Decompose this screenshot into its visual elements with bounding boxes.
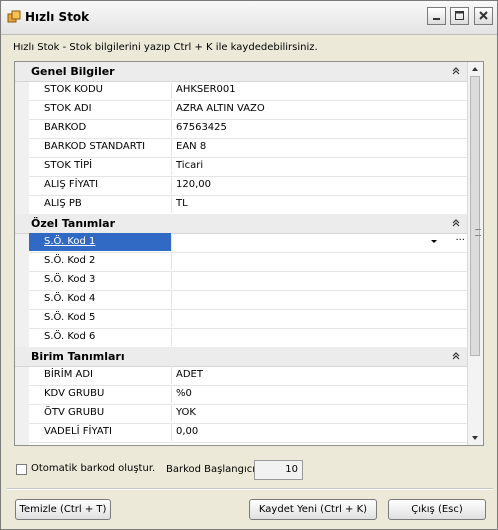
property-name: S.Ö. Kod 2 [29,252,172,270]
category-birim-tanimlari[interactable]: Birim Tanımları [15,347,469,367]
collapse-chevrons-icon[interactable] [451,66,461,76]
property-name: STOK ADI [29,100,172,118]
property-name: S.Ö. Kod 6 [29,328,172,346]
minimize-icon [433,18,440,20]
property-value[interactable]: Ticari [173,157,469,175]
property-row-so-kod-3[interactable]: S.Ö. Kod 3 [29,271,469,291]
maximize-button[interactable] [450,7,469,25]
ellipsis-button[interactable]: ··· [455,235,465,247]
property-row-so-kod-4[interactable]: S.Ö. Kod 4 [29,290,469,310]
property-value[interactable]: %0 [173,385,469,403]
property-name: S.Ö. Kod 4 [29,290,172,308]
collapse-chevrons-icon[interactable] [451,351,461,361]
property-grid[interactable]: Genel Bilgiler STOK KODU AHKSER001 STOK A… [14,61,484,446]
vertical-scrollbar[interactable] [467,62,483,445]
title-bar: Hızlı Stok [1,1,497,35]
property-name: VADELİ FİYATI [29,423,172,441]
property-value[interactable]: AZRA ALTIN VAZO [173,100,469,118]
property-value[interactable]: ADET [173,366,469,384]
minimize-button[interactable] [427,7,446,25]
maximize-icon [455,11,464,20]
auto-barcode-checkbox[interactable] [16,464,27,475]
dropdown-arrow-icon[interactable] [431,240,437,243]
property-name: S.Ö. Kod 3 [29,271,172,289]
category-label: Genel Bilgiler [31,65,115,78]
property-value[interactable]: EAN 8 [173,138,469,156]
property-value[interactable] [173,271,469,289]
property-value[interactable] [173,290,469,308]
clear-button[interactable]: Temizle (Ctrl + T) [15,499,111,520]
property-row-barkod-standarti[interactable]: BARKOD STANDARTI EAN 8 [29,138,469,158]
property-row-stok-kodu[interactable]: STOK KODU AHKSER001 [29,81,469,101]
exit-button[interactable]: Çıkış (Esc) [388,499,486,520]
property-row-otv-grubu[interactable]: ÖTV GRUBU YOK [29,404,469,424]
hint-text: Hızlı Stok - Stok bilgilerini yazıp Ctrl… [13,42,318,53]
property-value[interactable]: 67563425 [173,119,469,137]
property-name: STOK KODU [29,81,172,99]
property-row-alis-fiyati[interactable]: ALIŞ FİYATI 120,00 [29,176,469,196]
scrollbar-thumb[interactable] [470,76,481,356]
property-row-birim-adi[interactable]: BİRİM ADI ADET [29,366,469,386]
barcode-start-input[interactable]: 10 [254,460,303,480]
category-label: Birim Tanımları [31,350,125,363]
property-name: ALIŞ PB [29,195,172,213]
property-row-so-kod-1[interactable]: S.Ö. Kod 1 ··· [29,233,469,253]
property-name: ÖTV GRUBU [29,404,172,422]
category-genel-bilgiler[interactable]: Genel Bilgiler [15,62,469,82]
property-value[interactable] [173,328,469,346]
property-row-so-kod-5[interactable]: S.Ö. Kod 5 [29,309,469,329]
property-name: ALIŞ FİYATI [29,176,172,194]
property-row-stok-adi[interactable]: STOK ADI AZRA ALTIN VAZO [29,100,469,120]
property-value[interactable] [173,309,469,327]
category-label: Özel Tanımlar [31,217,116,230]
property-row-so-kod-2[interactable]: S.Ö. Kod 2 [29,252,469,272]
close-icon [479,11,488,20]
window-title: Hızlı Stok [25,10,90,24]
property-value[interactable] [173,252,469,270]
collapse-chevrons-icon[interactable] [451,218,461,228]
property-row-vadeli-fiyati[interactable]: VADELİ FİYATI 0,00 [29,423,469,443]
box-icon [7,10,21,24]
auto-barcode-label[interactable]: Otomatik barkod oluştur. [31,463,155,474]
property-value[interactable]: YOK [173,404,469,422]
property-row-kdv-grubu[interactable]: KDV GRUBU %0 [29,385,469,405]
property-row-stok-tipi[interactable]: STOK TİPİ Ticari [29,157,469,177]
property-row-alis-pb[interactable]: ALIŞ PB TL [29,195,469,215]
divider [7,488,493,490]
property-value[interactable]: AHKSER001 [173,81,469,99]
property-name: BARKOD [29,119,172,137]
hizli-stok-window: Hızlı Stok Hızlı Stok - Stok bilgilerini… [0,0,498,530]
property-value[interactable]: 120,00 [173,176,469,194]
grip-icon [475,229,481,236]
property-row-so-kod-6[interactable]: S.Ö. Kod 6 [29,328,469,348]
barcode-start-label: Barkod Başlangıcı [166,464,256,475]
property-name: S.Ö. Kod 5 [29,309,172,327]
property-name: S.Ö. Kod 1 [29,233,172,251]
property-name: BARKOD STANDARTI [29,138,172,156]
property-name: KDV GRUBU [29,385,172,403]
property-value[interactable]: TL [173,195,469,213]
property-row-barkod[interactable]: BARKOD 67563425 [29,119,469,139]
save-new-button[interactable]: Kaydet Yeni (Ctrl + K) [249,499,377,520]
close-button[interactable] [474,7,493,25]
property-name: BİRİM ADI [29,366,172,384]
property-value[interactable]: 0,00 [173,423,469,441]
scroll-up-icon[interactable] [470,64,480,74]
category-ozel-tanimlar[interactable]: Özel Tanımlar [15,214,469,234]
grid-gutter [15,62,29,445]
property-value[interactable] [173,233,469,251]
scroll-down-icon[interactable] [470,433,480,443]
property-name: STOK TİPİ [29,157,172,175]
